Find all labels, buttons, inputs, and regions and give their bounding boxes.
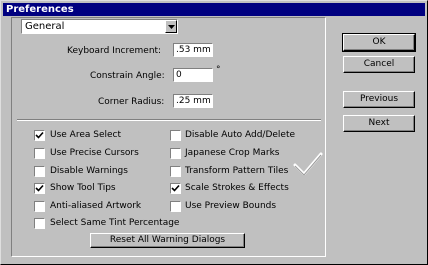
constrain-angle-field[interactable]: 0 [173, 68, 213, 82]
reset-warning-dialogs-button[interactable]: Reset All Warning Dialogs [90, 233, 245, 248]
constrain-angle-label: Constrain Angle: [90, 71, 165, 81]
next-button[interactable]: Next [343, 115, 415, 132]
degree-unit: ° [216, 65, 221, 75]
scale-strokes-effects-label: Scale Strokes & Effects [185, 183, 289, 193]
checkmark-icon [293, 152, 323, 176]
keyboard-increment-field[interactable]: .53 mm [173, 43, 213, 57]
japanese-crop-marks-checkbox[interactable] [170, 148, 181, 159]
show-tool-tips-checkbox[interactable] [34, 183, 45, 194]
section-select[interactable]: General [21, 19, 178, 34]
use-area-select-label: Use Area Select [50, 130, 122, 140]
use-precise-cursors-checkbox[interactable] [34, 148, 45, 159]
use-preview-bounds-label: Use Preview Bounds [185, 201, 277, 211]
disable-auto-add-delete-checkbox[interactable] [170, 130, 181, 141]
previous-button[interactable]: Previous [343, 91, 415, 108]
check-icon [35, 131, 44, 139]
transform-pattern-tiles-checkbox[interactable] [170, 166, 181, 177]
show-tool-tips-label: Show Tool Tips [50, 183, 116, 193]
keyboard-increment-label: Keyboard Increment: [67, 46, 162, 56]
disable-warnings-label: Disable Warnings [50, 166, 128, 176]
chevron-down-icon[interactable] [165, 20, 177, 33]
check-icon [171, 184, 180, 192]
disable-auto-add-delete-label: Disable Auto Add/Delete [185, 130, 296, 140]
separator [17, 119, 321, 121]
corner-radius-field[interactable]: .25 mm [173, 94, 213, 108]
transform-pattern-tiles-label: Transform Pattern Tiles [185, 166, 289, 176]
disable-warnings-checkbox[interactable] [34, 166, 45, 177]
select-same-tint-checkbox[interactable] [34, 218, 45, 229]
cancel-button[interactable]: Cancel [343, 56, 415, 73]
ok-button[interactable]: OK [342, 33, 416, 52]
check-icon [35, 184, 44, 192]
use-area-select-checkbox[interactable] [34, 130, 45, 141]
select-same-tint-label: Select Same Tint Percentage [50, 218, 180, 228]
anti-aliased-artwork-label: Anti-aliased Artwork [50, 201, 142, 211]
section-select-value: General [25, 21, 65, 32]
corner-radius-label: Corner Radius: [98, 97, 165, 107]
use-precise-cursors-label: Use Precise Cursors [50, 148, 139, 158]
use-preview-bounds-checkbox[interactable] [170, 201, 181, 212]
title-bar[interactable]: Preferences [3, 3, 425, 16]
preferences-dialog: Preferences General Keyboard Increment: … [0, 0, 428, 265]
anti-aliased-artwork-checkbox[interactable] [34, 201, 45, 212]
japanese-crop-marks-label: Japanese Crop Marks [185, 148, 280, 158]
scale-strokes-effects-checkbox[interactable] [170, 183, 181, 194]
